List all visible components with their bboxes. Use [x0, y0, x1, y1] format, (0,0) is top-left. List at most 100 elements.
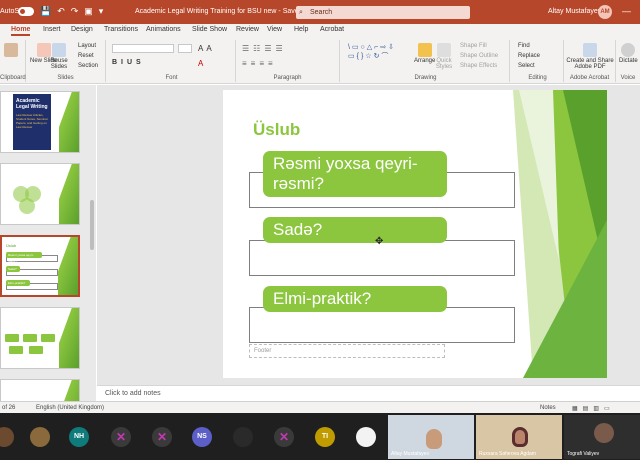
group-drawing: \▭○△⌐⇨⇩ ▭{}☆↻⌒ Arrange Quick Styles Shape… — [342, 40, 510, 82]
tab-design[interactable]: Design — [71, 26, 93, 33]
slide-canvas: Üslub Rəsmi yoxsa qeyri-rəsmi? Sadə? Elm… — [97, 85, 640, 385]
slide-title[interactable]: Üslub — [253, 120, 300, 140]
video-tile[interactable]: Ruxsara Səfərova Agdam — [476, 415, 562, 459]
create-share-label: Create and Share Adobe PDF — [566, 58, 614, 70]
reset-button[interactable]: Reset — [78, 53, 94, 59]
thumb-green-band — [59, 164, 79, 224]
slide-thumbnail-1[interactable]: Academic Legal Writing Law Review Articl… — [0, 91, 80, 153]
shape-effects-button[interactable]: Shape Effects — [460, 63, 497, 69]
slide-thumbnail-4[interactable] — [0, 307, 80, 369]
group-label-font: Font — [165, 75, 178, 81]
user-avatar[interactable]: AM — [598, 5, 612, 19]
microphone-icon — [621, 43, 636, 57]
slide[interactable]: Üslub Rəsmi yoxsa qeyri-rəsmi? Sadə? Elm… — [223, 90, 607, 378]
tab-insert[interactable]: Insert — [43, 26, 61, 33]
create-share-pdf-button[interactable]: Create and Share Adobe PDF — [566, 43, 614, 70]
participant-avatar-photo[interactable] — [0, 427, 14, 447]
paste-icon — [4, 43, 18, 57]
arrange-button[interactable]: Arrange — [414, 43, 435, 64]
participant-avatar-photo[interactable] — [30, 427, 50, 447]
font-name-select[interactable] — [112, 44, 174, 53]
tab-slide-show[interactable]: Slide Show — [192, 26, 227, 33]
notes-pane[interactable]: Click to add notes — [97, 385, 640, 401]
thumb-pill: Sadə? — [6, 266, 20, 272]
notes-toggle[interactable]: Notes — [540, 405, 556, 411]
font-format-buttons[interactable]: BIUS — [112, 59, 145, 66]
document-title: Academic Legal Writing Training for BSU … — [135, 8, 303, 15]
list-icons[interactable]: ☰☷☰☰ — [242, 44, 287, 53]
user-name[interactable]: Altay Mustafayev — [548, 8, 601, 15]
tab-animations[interactable]: Animations — [146, 26, 181, 33]
powerpoint-window: AutoSave 💾↶↷▣▾ Academic Legal Writing Tr… — [0, 0, 640, 413]
font-grow-shrink[interactable]: AA — [198, 44, 215, 53]
autosave-toggle[interactable] — [18, 7, 34, 16]
view-buttons[interactable]: ▦▤▥▭ — [572, 405, 615, 412]
quick-styles-button[interactable]: Quick Styles — [434, 43, 454, 70]
new-slide-icon — [36, 43, 51, 57]
replace-button[interactable]: Replace — [518, 53, 540, 59]
participant-avatar-photo[interactable] — [233, 427, 253, 447]
slide-thumbnails-pane[interactable]: Academic Legal Writing Law Review Articl… — [0, 85, 96, 401]
font-color-icon[interactable]: A — [198, 59, 203, 68]
reuse-slides-button[interactable]: Reuse Slides — [50, 43, 68, 70]
venn-circle — [19, 198, 35, 214]
muted-participant-icon[interactable]: ✕ — [152, 427, 172, 447]
participant-avatar-logo[interactable] — [356, 427, 376, 447]
tab-transitions[interactable]: Transitions — [104, 26, 138, 33]
quick-access-toolbar[interactable]: 💾↶↷▣▾ — [40, 6, 109, 17]
section-button[interactable]: Section — [78, 63, 98, 69]
thumb-green-band — [59, 308, 79, 368]
paste-button[interactable] — [4, 43, 18, 58]
font-size-select[interactable] — [178, 44, 192, 53]
select-button[interactable]: Select — [518, 63, 535, 69]
tab-home[interactable]: Home — [11, 26, 31, 36]
find-button[interactable]: Find — [518, 43, 530, 49]
language-indicator[interactable]: English (United Kingdom) — [36, 405, 104, 411]
slide-thumbnail-3-selected[interactable]: Üslub Rəsmi yoxsa qeyri-rəsmi? Sadə? Elm… — [0, 235, 80, 297]
participant-avatar-initials[interactable]: NS — [192, 427, 212, 447]
mouse-cursor-icon: ✥ — [375, 236, 384, 247]
video-tile[interactable]: Altay Mustafayev — [388, 415, 474, 459]
shape-outline-button[interactable]: Shape Outline — [460, 53, 498, 59]
item-pill-3[interactable]: Elmi-praktik? — [263, 286, 447, 312]
content-box-3[interactable] — [249, 307, 515, 343]
search-placeholder: Search — [310, 9, 333, 16]
minimize-icon[interactable]: — — [622, 6, 631, 16]
search-box[interactable]: ⌕ Search — [296, 6, 470, 19]
tab-view[interactable]: View — [267, 26, 282, 33]
book-cover: Academic Legal Writing Law Review Articl… — [13, 94, 51, 150]
video-tile[interactable]: Tografi Valiyev — [564, 415, 640, 459]
video-tile-name: Tografi Valiyev — [567, 451, 600, 457]
item-pill-2[interactable]: Sadə? — [263, 217, 447, 243]
thumb-block — [5, 334, 19, 342]
participant-avatar-initials[interactable]: TI — [315, 427, 335, 447]
dictate-label: Dictate — [619, 58, 638, 64]
video-tile-name: Altay Mustafayev — [391, 451, 430, 457]
thumbnails-scrollbar[interactable] — [90, 200, 94, 250]
group-clipboard: Clipboard — [0, 40, 26, 82]
group-label-drawing: Drawing — [414, 75, 437, 81]
participant-avatar-initials[interactable]: NH — [69, 427, 89, 447]
slide-thumbnail-2[interactable] — [0, 163, 80, 225]
thumb-green-band — [58, 237, 78, 295]
reuse-slides-icon — [52, 43, 66, 57]
dictate-button[interactable]: Dictate — [619, 43, 638, 64]
tab-acrobat[interactable]: Acrobat — [320, 26, 344, 33]
shape-fill-button[interactable]: Shape Fill — [460, 43, 487, 49]
group-slides: New Slide Reuse Slides Layout Reset Sect… — [26, 40, 106, 82]
search-icon: ⌕ — [299, 9, 303, 16]
shapes-gallery[interactable]: \▭○△⌐⇨⇩ ▭{}☆↻⌒ — [348, 43, 412, 61]
muted-participant-icon[interactable]: ✕ — [274, 427, 294, 447]
muted-participant-icon[interactable]: ✕ — [111, 427, 131, 447]
video-tile-name: Ruxsara Səfərova Agdam — [479, 451, 536, 457]
tab-review[interactable]: Review — [236, 26, 259, 33]
layout-button[interactable]: Layout — [78, 43, 96, 49]
quick-styles-icon — [437, 43, 451, 57]
align-icons[interactable]: ≡≡≡≡ — [242, 59, 277, 68]
footer-placeholder[interactable]: Footer — [249, 344, 445, 358]
tab-help[interactable]: Help — [294, 26, 308, 33]
item-pill-1[interactable]: Rəsmi yoxsa qeyri-rəsmi? — [263, 151, 447, 197]
slide-thumbnail-5[interactable] — [0, 379, 80, 401]
group-label-editing: Editing — [528, 75, 547, 81]
reuse-slides-label: Reuse Slides — [50, 58, 68, 70]
